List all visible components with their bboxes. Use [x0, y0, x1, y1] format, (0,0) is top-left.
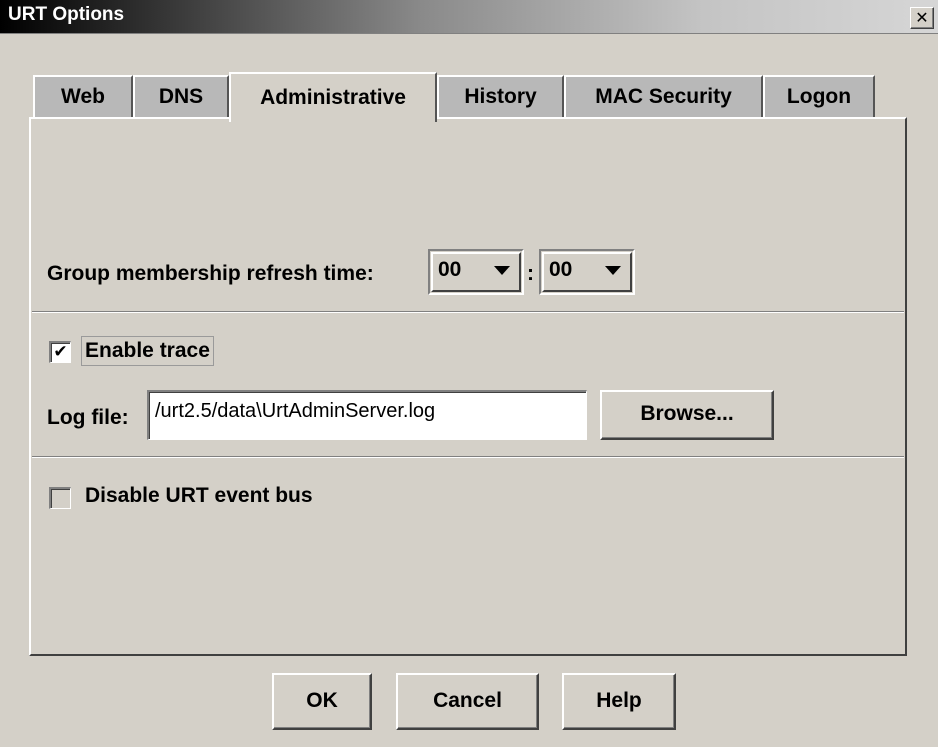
tab-history[interactable]: History: [437, 75, 564, 117]
tab-web[interactable]: Web: [33, 75, 133, 117]
enable-trace-checkbox[interactable]: ✔: [49, 341, 71, 363]
tab-logon[interactable]: Logon: [763, 75, 875, 117]
tab-dns[interactable]: DNS: [133, 75, 229, 117]
ok-button[interactable]: OK: [272, 673, 372, 730]
minutes-value: 00: [549, 258, 573, 281]
chevron-down-icon: [605, 266, 621, 275]
close-icon: ✕: [915, 8, 929, 27]
window-title: URT Options: [8, 4, 125, 25]
refresh-time-label: Group membership refresh time:: [47, 262, 374, 285]
administrative-panel: [29, 117, 907, 656]
log-file-label: Log file:: [47, 406, 129, 429]
tab-mac-security[interactable]: MAC Security: [564, 75, 763, 117]
log-file-input[interactable]: /urt2.5/data\UrtAdminServer.log: [147, 390, 587, 440]
browse-button[interactable]: Browse...: [600, 390, 774, 440]
cancel-button[interactable]: Cancel: [396, 673, 539, 730]
hours-value: 00: [438, 258, 462, 281]
disable-event-bus-label[interactable]: Disable URT event bus: [85, 484, 313, 508]
close-button[interactable]: ✕: [910, 7, 934, 29]
chevron-down-icon: [494, 266, 510, 275]
tab-administrative[interactable]: Administrative: [229, 72, 437, 122]
time-separator: :: [527, 262, 534, 285]
help-button[interactable]: Help: [562, 673, 676, 730]
enable-trace-label[interactable]: Enable trace: [81, 336, 214, 366]
separator-2: [32, 456, 904, 458]
minutes-dropdown[interactable]: 00: [539, 249, 635, 295]
checkmark-icon: ✔: [53, 342, 68, 362]
disable-event-bus-checkbox[interactable]: [49, 487, 71, 509]
hours-dropdown[interactable]: 00: [428, 249, 524, 295]
title-bar: URT Options ✕: [0, 0, 938, 34]
separator-1: [32, 311, 904, 313]
